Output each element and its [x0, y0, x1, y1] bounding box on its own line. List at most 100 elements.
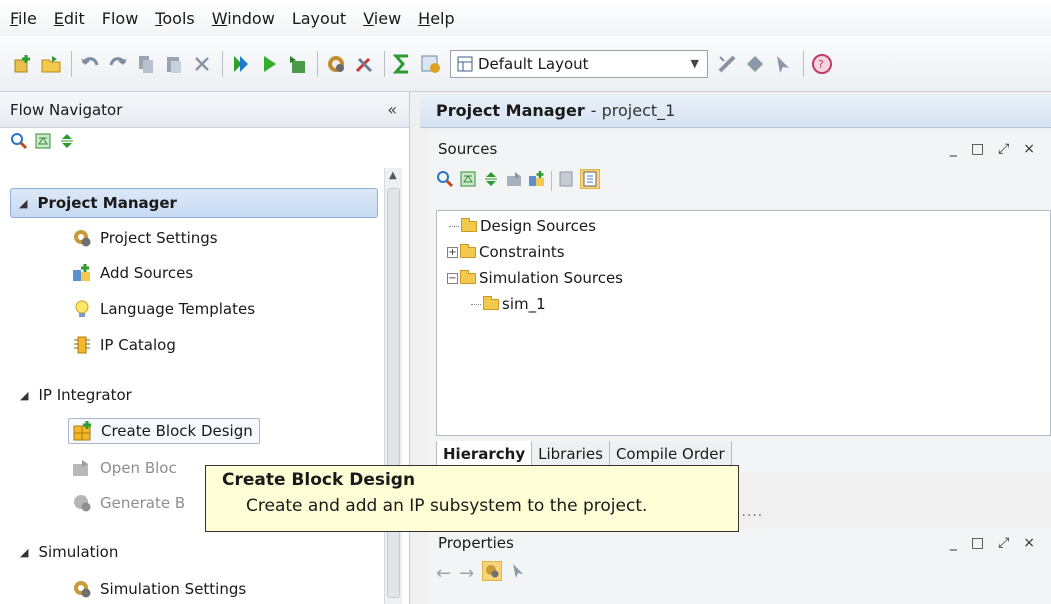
splitter-dots: .....: [736, 504, 764, 520]
layout-select[interactable]: Default Layout ▼: [450, 49, 708, 78]
program-device-icon[interactable]: [284, 51, 310, 77]
pointer-icon[interactable]: [770, 51, 796, 77]
section-ip-integrator[interactable]: ◢ IP Integrator: [20, 386, 132, 404]
sources-panel: Sources _ □ ⤢ × Design Sources + Constra…: [428, 132, 1051, 472]
report-settings-icon[interactable]: [418, 51, 444, 77]
tab-compile-order[interactable]: Compile Order: [608, 441, 732, 468]
tree-item-simulation-sources[interactable]: − Simulation Sources: [447, 269, 623, 287]
search-icon[interactable]: [10, 132, 28, 154]
run-all-icon[interactable]: [228, 51, 254, 77]
menu-file[interactable]: File: [10, 9, 37, 28]
nav-item-add-sources[interactable]: Add Sources: [72, 263, 193, 283]
delete-icon[interactable]: [189, 51, 215, 77]
back-arrow-icon[interactable]: ←: [436, 563, 451, 584]
paste-icon[interactable]: [161, 51, 187, 77]
expand-all-icon[interactable]: [58, 132, 76, 154]
chevron-down-icon[interactable]: ▼: [691, 57, 699, 70]
tree-item-design-sources[interactable]: Design Sources: [449, 217, 596, 235]
pointer-icon[interactable]: [510, 562, 526, 584]
properties-header: Properties _ □ ⤢ ×: [428, 528, 1051, 558]
diamond-icon[interactable]: [742, 51, 768, 77]
redo-icon[interactable]: [105, 51, 131, 77]
toolbar-separator: [222, 50, 223, 77]
properties-toolbar: ← →: [428, 558, 1051, 588]
open-file-icon[interactable]: [505, 170, 523, 192]
menu-window[interactable]: Window: [212, 9, 275, 28]
folder-icon: [483, 295, 499, 310]
tree-connector: [471, 303, 481, 305]
collapse-icon[interactable]: «: [387, 100, 397, 119]
collapse-minus-icon[interactable]: −: [447, 272, 458, 284]
nav-item-label: Create Block Design: [101, 422, 253, 440]
sources-title: Sources: [438, 140, 498, 158]
scroll-up-icon[interactable]: ▲: [389, 170, 397, 181]
section-project-manager[interactable]: ◢ Project Manager: [10, 188, 378, 218]
toggle-icon[interactable]: [714, 51, 740, 77]
copy-icon[interactable]: [133, 51, 159, 77]
help-icon[interactable]: ?: [809, 51, 835, 77]
expand-all-icon[interactable]: [482, 170, 500, 192]
tree-connector: [449, 225, 459, 227]
scrollbar-thumb[interactable]: [387, 188, 400, 598]
section-simulation[interactable]: ◢ Simulation: [20, 543, 118, 561]
menu-view[interactable]: View: [363, 9, 401, 28]
nav-item-language-templates[interactable]: Language Templates: [72, 299, 255, 319]
nav-item-label: Generate B: [100, 494, 186, 512]
float-icon[interactable]: ⤢: [998, 141, 1009, 157]
search-icon[interactable]: [436, 170, 454, 192]
nav-item-project-settings[interactable]: Project Settings: [72, 228, 218, 248]
hover-highlight[interactable]: Create Block Design: [68, 418, 260, 444]
collapse-all-icon[interactable]: [459, 170, 477, 192]
nav-item-simulation-settings[interactable]: Simulation Settings: [72, 579, 246, 599]
tooltip: Create Block Design Create and add an IP…: [205, 465, 739, 532]
expanded-triangle-icon[interactable]: ◢: [19, 197, 27, 210]
undo-icon[interactable]: [77, 51, 103, 77]
close-icon[interactable]: ×: [1023, 141, 1035, 157]
properties-icon[interactable]: [557, 170, 575, 192]
gear-icon: [72, 228, 92, 248]
close-icon[interactable]: ×: [1023, 535, 1035, 551]
nav-item-open-block-design[interactable]: Open Bloc: [72, 458, 177, 478]
tools-icon[interactable]: [351, 51, 377, 77]
forward-arrow-icon[interactable]: →: [459, 563, 474, 584]
tree-item-sim-1[interactable]: sim_1: [471, 295, 546, 313]
tab-libraries[interactable]: Libraries: [531, 441, 610, 468]
nav-item-generate-block-design[interactable]: Generate B: [72, 493, 185, 513]
menu-flow[interactable]: Flow: [102, 9, 139, 28]
settings-icon[interactable]: [481, 560, 503, 585]
add-sources-icon: [72, 263, 92, 283]
layout-select-value: Default Layout: [478, 54, 589, 73]
menu-layout[interactable]: Layout: [292, 9, 346, 28]
maximize-icon[interactable]: □: [971, 535, 984, 551]
generate-icon: [72, 493, 92, 513]
tooltip-title: Create Block Design: [222, 470, 416, 490]
report-sum-icon[interactable]: [390, 51, 416, 77]
add-sources-icon[interactable]: [528, 170, 546, 192]
menu-help[interactable]: Help: [418, 9, 454, 28]
menu-edit[interactable]: Edit: [54, 9, 85, 28]
layout-icon: [457, 56, 473, 72]
new-project-icon[interactable]: [10, 51, 36, 77]
minimize-icon[interactable]: _: [950, 141, 957, 157]
gear-icon: [72, 579, 92, 599]
maximize-icon[interactable]: □: [971, 141, 984, 157]
menu-tools[interactable]: Tools: [155, 9, 194, 28]
collapse-all-icon[interactable]: [34, 132, 52, 154]
lightbulb-icon: [72, 299, 92, 319]
open-project-icon[interactable]: [38, 51, 64, 77]
settings-icon[interactable]: [323, 51, 349, 77]
minimize-icon[interactable]: _: [950, 535, 957, 551]
expanded-triangle-icon[interactable]: ◢: [20, 389, 28, 402]
flow-navigator-scrollbar[interactable]: ▲: [384, 168, 402, 604]
tree-item-constraints[interactable]: + Constraints: [447, 243, 565, 261]
expand-plus-icon[interactable]: +: [447, 246, 458, 258]
tab-hierarchy[interactable]: Hierarchy: [436, 441, 533, 468]
run-icon[interactable]: [256, 51, 282, 77]
show-hierarchy-icon[interactable]: [579, 168, 601, 193]
expanded-triangle-icon[interactable]: ◢: [20, 546, 28, 559]
nav-item-create-block-design[interactable]: Create Block Design: [68, 418, 260, 444]
float-icon[interactable]: ⤢: [998, 535, 1009, 551]
nav-item-ip-catalog[interactable]: IP Catalog: [72, 335, 176, 355]
folder-open-icon: [460, 269, 476, 284]
sources-toolbar: [428, 166, 1051, 196]
